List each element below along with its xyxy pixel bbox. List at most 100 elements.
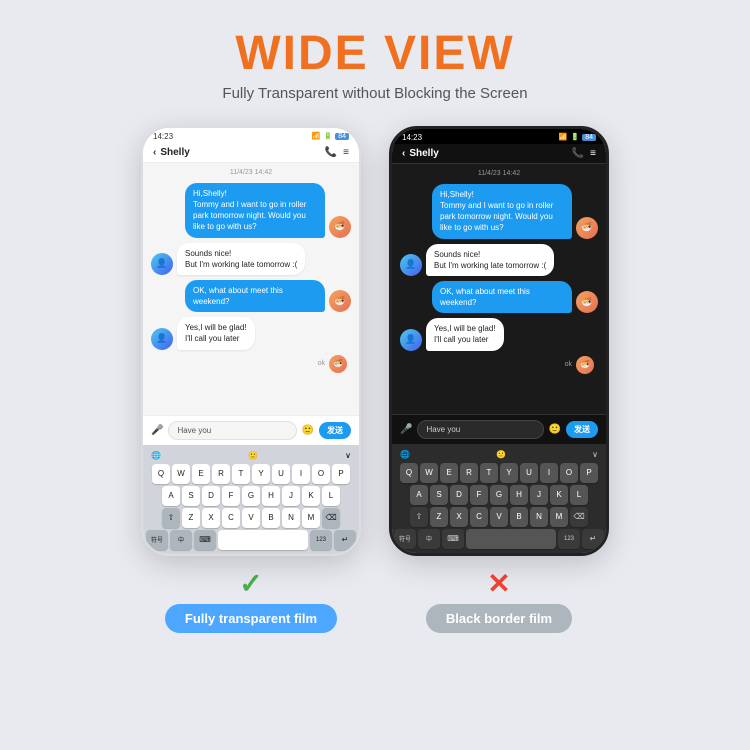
status-icons-left: 📶 🔋 84 <box>312 132 349 140</box>
key-i-r[interactable]: I <box>540 463 558 483</box>
key-v-r[interactable]: V <box>490 507 508 527</box>
key-enter-r[interactable]: ↵ <box>582 529 604 549</box>
key-j[interactable]: J <box>282 486 300 506</box>
key-u-r[interactable]: U <box>520 463 538 483</box>
key-space-r[interactable] <box>466 529 556 549</box>
key-l-r[interactable]: L <box>570 485 588 505</box>
input-box-left[interactable]: Have you <box>168 421 296 440</box>
emoji-icon-left: 🙂 <box>302 425 314 436</box>
msg-2-right: 👤 Sounds nice!But I'm working late tomor… <box>400 244 598 276</box>
mic-icon-left: 🎤 <box>151 425 163 436</box>
key-b-r[interactable]: B <box>510 507 528 527</box>
key-123[interactable]: 123 <box>310 530 332 550</box>
key-123-r[interactable]: 123 <box>558 529 580 549</box>
bubble-3-right: OK, what about meet this weekend? <box>432 281 572 313</box>
header: WIDE VIEW Fully Transparent without Bloc… <box>222 0 527 102</box>
key-enter[interactable]: ↵ <box>334 530 356 550</box>
key-mic-kb[interactable]: ⌨ <box>194 530 216 550</box>
kb-toolbar-right: 🌐 🙂 ∨ <box>394 448 604 461</box>
key-c[interactable]: C <box>222 508 240 528</box>
key-l[interactable]: L <box>322 486 340 506</box>
key-d-r[interactable]: D <box>450 485 468 505</box>
kb-row-2-left: A S D F G H J K L <box>145 486 357 506</box>
key-symbol[interactable]: 符号 <box>146 530 168 550</box>
msg-2-left: 👤 Sounds nice!But I'm working late tomor… <box>151 243 351 275</box>
key-g[interactable]: G <box>242 486 260 506</box>
key-i[interactable]: I <box>292 464 310 484</box>
status-bar-right: 14:23 📶 🔋 84 <box>392 129 606 144</box>
key-shift-r[interactable]: ⇧ <box>410 507 428 527</box>
send-button-left[interactable]: 发送 <box>319 422 351 439</box>
key-e[interactable]: E <box>192 464 210 484</box>
key-m[interactable]: M <box>302 508 320 528</box>
key-r-r[interactable]: R <box>460 463 478 483</box>
kb-row-1-left: Q W E R T Y U I O P <box>145 464 357 484</box>
key-f-r[interactable]: F <box>470 485 488 505</box>
date-label-left: 11/4/23 14:42 <box>151 169 351 176</box>
key-chinese[interactable]: 中 <box>170 530 192 550</box>
chat-header-right: ‹ Shelly 📞 ≡ <box>392 144 606 164</box>
left-label-container: ✓ Fully transparent film <box>165 570 337 633</box>
mic-icon-right: 🎤 <box>400 424 412 435</box>
key-space[interactable] <box>218 530 308 550</box>
key-u[interactable]: U <box>272 464 290 484</box>
status-bar-left: 14:23 📶 🔋 84 <box>143 128 359 143</box>
key-k[interactable]: K <box>302 486 320 506</box>
key-b[interactable]: B <box>262 508 280 528</box>
status-time-right: 14:23 <box>402 133 422 142</box>
bubble-4-left: Yes,I will be glad!I'll call you later <box>177 317 255 349</box>
key-r[interactable]: R <box>212 464 230 484</box>
key-x-r[interactable]: X <box>450 507 468 527</box>
key-symbol-r[interactable]: 符号 <box>394 529 416 549</box>
bubble-1-right: Hi,Shelly!Tommy and I want to go in roll… <box>432 184 572 239</box>
chat-input-left: 🎤 Have you 🙂 发送 <box>143 415 359 445</box>
bubble-3-left: OK, what about meet this weekend? <box>185 280 325 312</box>
key-j-r[interactable]: J <box>530 485 548 505</box>
key-n[interactable]: N <box>282 508 300 528</box>
key-c-r[interactable]: C <box>470 507 488 527</box>
key-o[interactable]: O <box>312 464 330 484</box>
key-delete[interactable]: ⌫ <box>322 508 340 528</box>
key-h[interactable]: H <box>262 486 280 506</box>
key-z[interactable]: Z <box>182 508 200 528</box>
key-w[interactable]: W <box>172 464 190 484</box>
key-q[interactable]: Q <box>152 464 170 484</box>
msg-3-left: 🍜 OK, what about meet this weekend? <box>151 280 351 312</box>
key-o-r[interactable]: O <box>560 463 578 483</box>
avatar-left-4: 👤 <box>151 328 173 350</box>
key-y-r[interactable]: Y <box>500 463 518 483</box>
key-e-r[interactable]: E <box>440 463 458 483</box>
key-a[interactable]: A <box>162 486 180 506</box>
key-n-r[interactable]: N <box>530 507 548 527</box>
key-q-r[interactable]: Q <box>400 463 418 483</box>
key-s[interactable]: S <box>182 486 200 506</box>
key-p-r[interactable]: P <box>580 463 598 483</box>
key-m-r[interactable]: M <box>550 507 568 527</box>
key-delete-r[interactable]: ⌫ <box>570 507 588 527</box>
key-chinese-r[interactable]: 中 <box>418 529 440 549</box>
key-x[interactable]: X <box>202 508 220 528</box>
key-k-r[interactable]: K <box>550 485 568 505</box>
key-s-r[interactable]: S <box>430 485 448 505</box>
phone-right: 14:23 📶 🔋 84 ‹ Shelly 📞 ≡ <box>389 126 609 556</box>
key-shift[interactable]: ⇧ <box>162 508 180 528</box>
key-w-r[interactable]: W <box>420 463 438 483</box>
key-z-r[interactable]: Z <box>430 507 448 527</box>
key-y[interactable]: Y <box>252 464 270 484</box>
contact-name-left: Shelly <box>160 147 189 158</box>
bubble-1-left: Hi,Shelly!Tommy and I want to go in roll… <box>185 183 325 238</box>
key-g-r[interactable]: G <box>490 485 508 505</box>
keyboard-right: 🌐 🙂 ∨ Q W E R T Y U I O P <box>392 444 606 553</box>
key-h-r[interactable]: H <box>510 485 528 505</box>
key-a-r[interactable]: A <box>410 485 428 505</box>
key-mic-kb-r[interactable]: ⌨ <box>442 529 464 549</box>
key-d[interactable]: D <box>202 486 220 506</box>
phone-left-wrapper: 14:23 📶 🔋 84 ‹ Shelly 📞 ≡ <box>141 126 361 633</box>
key-p[interactable]: P <box>332 464 350 484</box>
input-box-right[interactable]: Have you <box>417 420 543 439</box>
key-t[interactable]: T <box>232 464 250 484</box>
key-v[interactable]: V <box>242 508 260 528</box>
key-f[interactable]: F <box>222 486 240 506</box>
key-t-r[interactable]: T <box>480 463 498 483</box>
send-button-right[interactable]: 发送 <box>566 421 598 438</box>
